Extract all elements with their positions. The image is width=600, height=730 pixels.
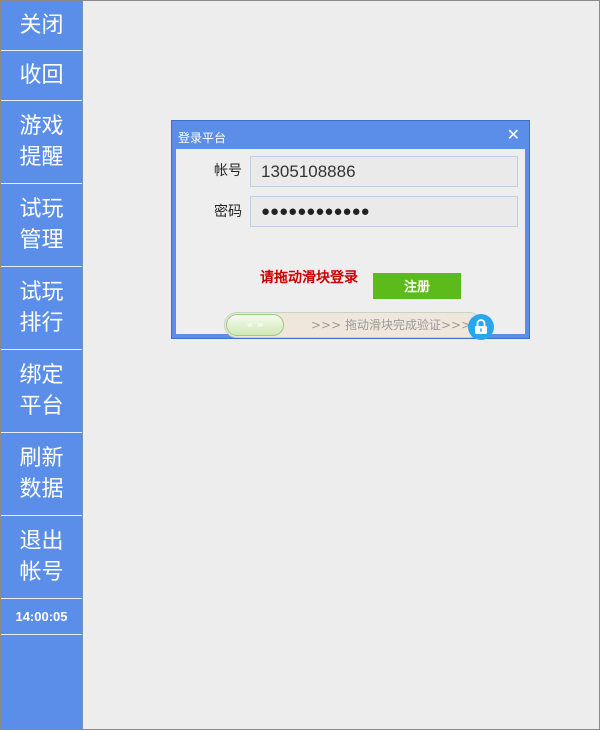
- sidebar-item-label: 提醒: [19, 145, 64, 170]
- lock-icon-glyph: [475, 319, 487, 334]
- sidebar-item-game-reminder[interactable]: 游戏 提醒: [1, 101, 82, 184]
- sidebar-item-refresh-data[interactable]: 刷新 数据: [1, 433, 82, 516]
- close-icon[interactable]: ✕: [507, 127, 520, 143]
- account-input[interactable]: [250, 156, 518, 187]
- app-window: 关闭 收回 游戏 提醒 试玩 管理 试玩 排行 绑定 平台 刷新 数据 退出 帐…: [0, 0, 600, 730]
- sidebar-item-bind-platform[interactable]: 绑定 平台: [1, 350, 82, 433]
- dialog-title: 登录平台: [178, 131, 227, 145]
- register-button[interactable]: 注册: [373, 273, 461, 299]
- sidebar-item-label: 绑定: [19, 363, 64, 388]
- sidebar-item-label: 收回: [19, 63, 64, 88]
- sidebar-item-logout[interactable]: 退出 帐号: [1, 516, 82, 599]
- sidebar-item-label: 试玩: [19, 197, 64, 222]
- password-input[interactable]: ●●●●●●●●●●●●: [250, 196, 518, 227]
- login-dialog: 登录平台 ✕ 帐号 密码 ●●●●●●●●●●●● 请拖动滑块登录 注册 « »…: [171, 120, 530, 340]
- dialog-body: 帐号 密码 ●●●●●●●●●●●● 请拖动滑块登录 注册 « » >>> 拖动…: [176, 149, 525, 340]
- sidebar-item-label: 管理: [19, 228, 64, 253]
- sidebar: 关闭 收回 游戏 提醒 试玩 管理 试玩 排行 绑定 平台 刷新 数据 退出 帐…: [1, 1, 83, 729]
- sidebar-item-label: 游戏: [19, 114, 64, 139]
- drag-slider-hint: 请拖动滑块登录: [260, 270, 358, 286]
- sidebar-item-collapse[interactable]: 收回: [1, 51, 82, 101]
- clock-time: 14:00:05: [1, 599, 82, 635]
- sidebar-item-label: 试玩: [19, 280, 64, 305]
- sidebar-item-label: 关闭: [19, 13, 64, 38]
- sidebar-item-trial-manage[interactable]: 试玩 管理: [1, 184, 82, 267]
- sidebar-item-label: 数据: [19, 477, 64, 502]
- sidebar-item-label: 帐号: [19, 560, 64, 585]
- sidebar-item-label: 平台: [19, 394, 64, 419]
- sidebar-item-label: 排行: [19, 311, 64, 336]
- sidebar-item-close[interactable]: 关闭: [1, 1, 82, 51]
- slider-instruction: >>> 拖动滑块完成验证>>>: [311, 318, 472, 332]
- lock-icon[interactable]: [468, 314, 494, 340]
- sidebar-item-trial-ranking[interactable]: 试玩 排行: [1, 267, 82, 350]
- sidebar-item-label: 退出: [19, 529, 64, 554]
- sidebar-item-label: 刷新: [19, 446, 64, 471]
- slider-handle[interactable]: « »: [226, 314, 284, 336]
- password-label: 密码: [214, 204, 242, 220]
- verify-slider-track: « » >>> 拖动滑块完成验证>>>: [224, 312, 482, 338]
- account-label: 帐号: [214, 163, 242, 179]
